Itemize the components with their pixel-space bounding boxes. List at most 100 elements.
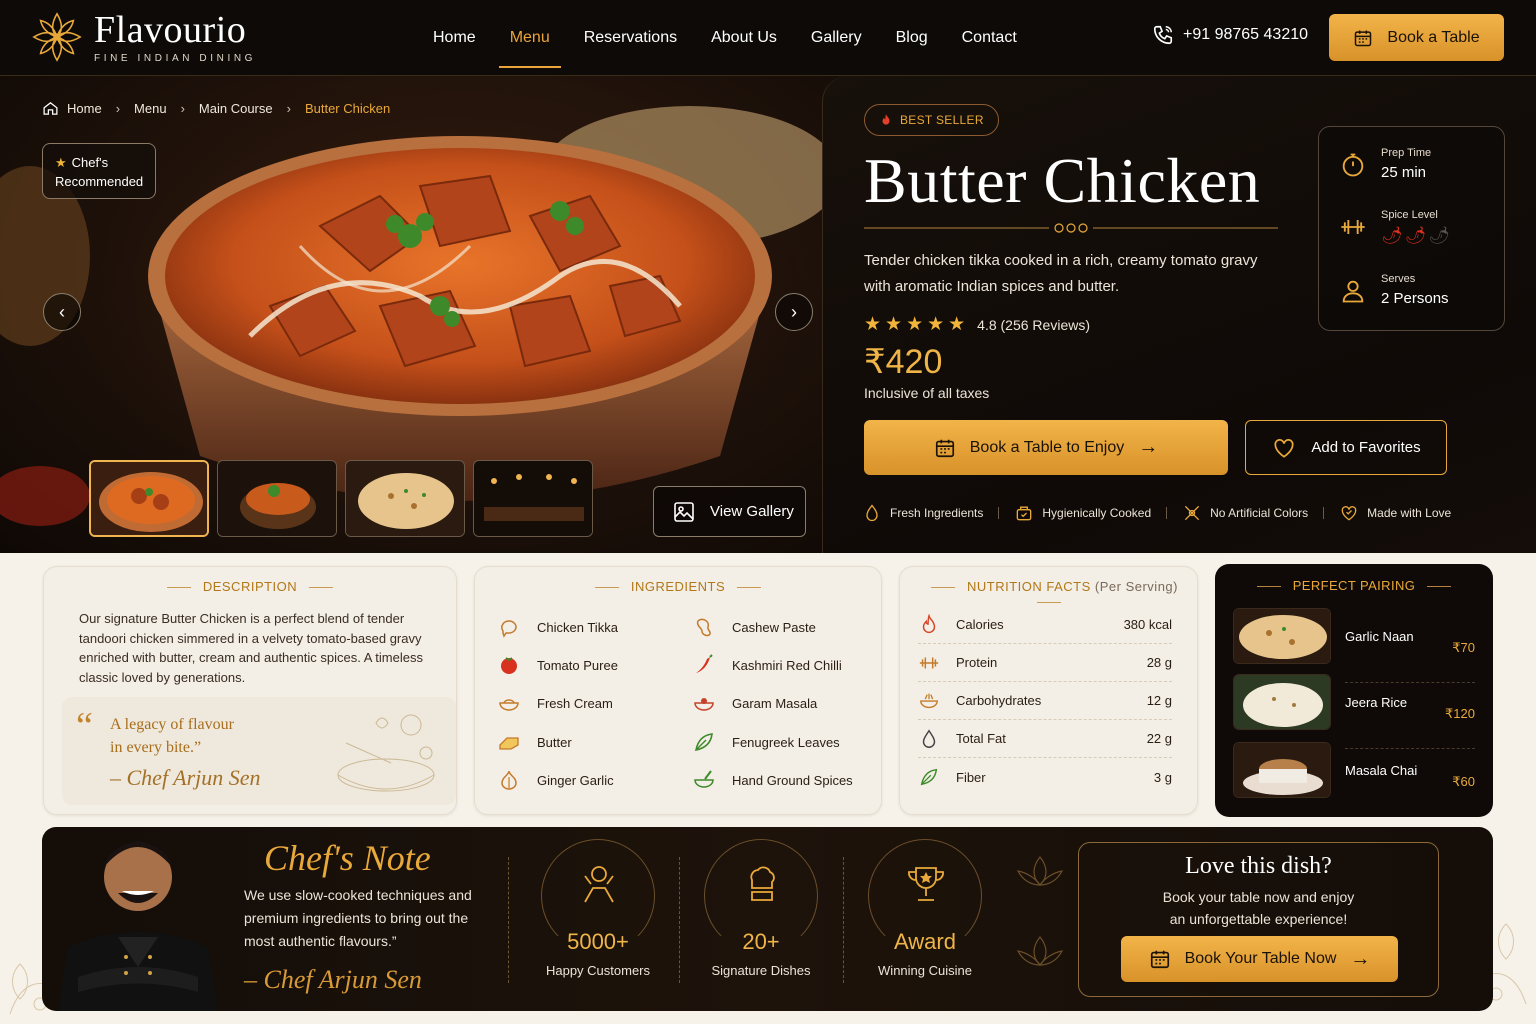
nutrition-card: NUTRITION FACTS (Per Serving) Calories 38… [899,566,1198,815]
thumbnail-naan[interactable] [345,460,465,537]
thumbnail-restaurant[interactable] [473,460,593,537]
dish-description: Tender chicken tikka cooked in a rich, c… [864,252,1258,295]
thumbnail-curry-bowl[interactable] [217,460,337,537]
chef-signature: – Chef Arjun Sen [110,765,261,790]
chevron-right-icon: › [180,101,185,116]
phone-number: +91 98765 43210 [1183,26,1309,43]
nav-reservations[interactable]: Reservations [584,0,677,76]
nav-contact[interactable]: Contact [962,0,1017,76]
feature-divider [1323,507,1325,519]
ingredient-item: Butter [497,730,572,754]
thumbnail-strip [89,460,601,537]
pairing-item-masala-chai[interactable]: Masala Chai ₹60 [1233,740,1475,800]
breadcrumb-home[interactable]: Home [67,101,102,116]
heart-icon [1274,438,1294,458]
red-chilli-icon [696,654,713,673]
rating-text[interactable]: 4.8 (256 Reviews) [977,317,1090,333]
ingredient-item: Fresh Cream [497,691,613,715]
pairing-name: Masala Chai [1345,762,1418,778]
site-header: Flavourio FINE INDIAN DINING Home Menu R… [0,0,1536,76]
chevron-right-icon: › [791,301,797,322]
ingredients-card: INGREDIENTS Chicken Tikka Tomato Puree F… [474,566,882,815]
fenugreek-leaf-icon [694,733,713,752]
next-image-button[interactable]: › [775,293,813,331]
book-table-label: Book a Table [1387,28,1480,46]
dish-features: Fresh Ingredients Hygienically Cooked No… [862,503,1451,523]
nav-menu[interactable]: Menu [498,0,561,76]
nav-blog[interactable]: Blog [896,0,928,76]
home-icon [43,102,58,115]
brand-logo[interactable]: Flavourio FINE INDIAN DINING [28,8,256,66]
feature-label: Made with Love [1367,506,1452,520]
leaf-icon [920,768,938,786]
stat-signature-dishes: 20+ Signature Dishes [683,839,839,978]
nutrition-value: 22 g [1146,731,1172,746]
ingredient-item: Kashmiri Red Chilli [692,653,842,677]
ingredient-label: Hand Ground Spices [732,772,853,788]
prep-time-value: 25 min [1381,164,1427,181]
brand-tagline: FINE INDIAN DINING [94,52,257,64]
description-card: DESCRIPTION Our signature Butter Chicken… [43,566,457,815]
breadcrumb-menu[interactable]: Menu [134,101,167,116]
rice-photo [1234,675,1330,729]
feature-label: Fresh Ingredients [890,506,984,520]
pairing-item-jeera-rice[interactable]: Jeera Rice ₹120 [1233,672,1475,732]
calendar-icon [1355,30,1372,46]
nav-about-us[interactable]: About Us [711,0,777,76]
dish-details-panel: BEST SELLER Butter Chicken Tender chicke… [822,76,1536,553]
pairing-name: Jeera Rice [1345,694,1408,710]
happy-customer-icon [584,866,614,903]
add-to-favorites-button[interactable]: Add to Favorites [1245,420,1447,475]
best-seller-text: BEST SELLER [900,113,984,127]
chef-hat-icon [750,866,775,901]
gallery-icon [674,501,694,522]
butter-chicken-thumb [91,462,207,535]
feature-divider [1166,507,1168,519]
price-note: Inclusive of all taxes [864,385,990,401]
no-colors-icon [1184,505,1200,521]
grain-bowl-icon [920,693,938,708]
thumbnail-butter-chicken[interactable] [89,460,209,537]
nutrition-label: Total Fat [956,731,1006,746]
book-table-header-button[interactable]: Book a Table [1329,14,1504,61]
leaf-drop-icon [866,504,878,522]
nav-home[interactable]: Home [433,0,476,76]
phone-contact[interactable]: +91 98765 43210 [1152,24,1308,46]
ingredient-item: Garam Masala [692,691,817,715]
pairing-price: ₹60 [1452,774,1475,789]
chai-photo [1234,743,1330,797]
cashew-icon [696,618,711,637]
best-seller-badge: BEST SELLER [864,104,999,136]
book-table-to-enjoy-button[interactable]: Book a Table to Enjoy → [864,420,1228,475]
phone-icon [1153,25,1173,45]
view-gallery-button[interactable]: View Gallery [653,486,806,537]
naan-thumb [346,461,464,536]
chefs-recommended-badge: ★ Chef's Recommended [42,143,156,199]
book-your-table-button[interactable]: Book Your Table Now → [1121,936,1398,982]
feature-made-with-love: Made with Love [1339,503,1451,523]
breadcrumb-main-course[interactable]: Main Course [199,101,273,116]
feature-fresh-ingredients: Fresh Ingredients [862,503,983,523]
stat-value: 20+ [742,929,780,954]
pairing-item-garlic-naan[interactable]: Garlic Naan ₹70 [1233,606,1475,666]
prep-time-row: Prep Time 25 min [1339,147,1431,181]
lotus-logo-icon [32,12,82,62]
ingredient-label: Tomato Puree [537,657,618,673]
dumbbell-icon [1341,220,1365,234]
ingredient-label: Ginger Garlic [537,772,614,788]
cta-line-1: Book your table now and enjoy [1162,889,1355,905]
breadcrumb: Home › Menu › Main Course › Butter Chick… [42,100,390,117]
heart-check-icon [1341,506,1357,521]
masala-chai-image [1233,742,1331,798]
calendar-icon [1150,950,1169,969]
nav-gallery[interactable]: Gallery [811,0,862,76]
cream-bowl-icon [499,699,519,711]
band-divider [843,857,844,983]
stopwatch-icon [1342,153,1364,177]
spice-level-row: Spice Level 🌶🌶🌶 [1339,209,1452,246]
serves-label: Serves [1381,273,1416,285]
band-divider [508,857,509,983]
ingredient-item: Cashew Paste [692,615,816,639]
feature-label: Hygienically Cooked [1042,506,1152,520]
prev-image-button[interactable]: ‹ [43,293,81,331]
